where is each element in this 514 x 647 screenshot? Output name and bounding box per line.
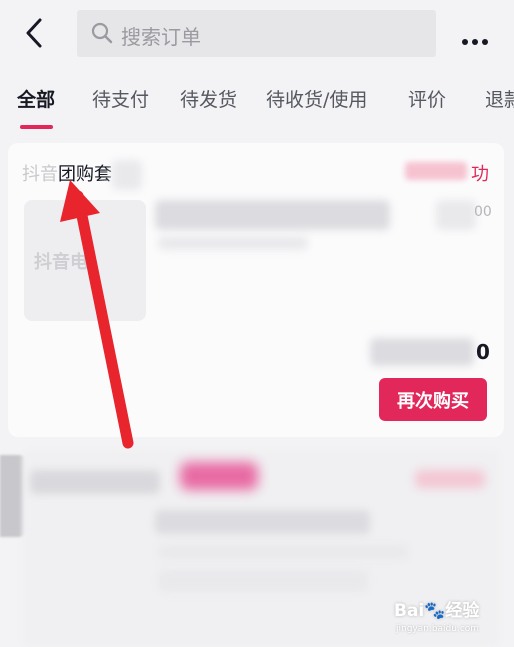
watermark-logo: Bai🐾经验 <box>394 601 480 621</box>
watermark-url: jingyan.baidu.com <box>396 624 480 634</box>
annotation-arrow-icon <box>60 180 134 449</box>
